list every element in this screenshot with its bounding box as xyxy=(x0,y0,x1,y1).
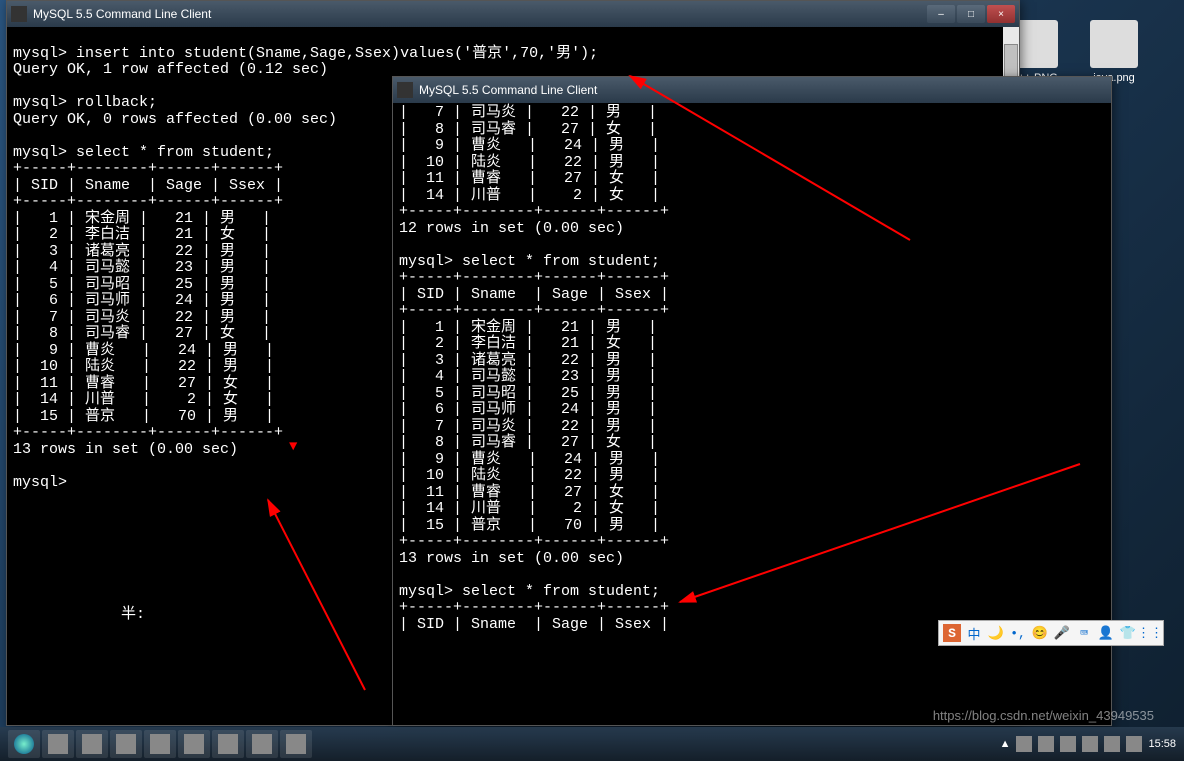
ime-mode[interactable]: 中 xyxy=(965,624,983,642)
system-tray[interactable]: ▲ 15:58 xyxy=(1000,736,1176,752)
maximize-button[interactable]: □ xyxy=(957,5,985,23)
start-button[interactable] xyxy=(8,730,40,758)
ime-punct[interactable]: •, xyxy=(1009,624,1027,642)
taskbar-app[interactable] xyxy=(76,730,108,758)
ime-moon-icon[interactable]: 🌙 xyxy=(987,624,1005,642)
ime-mic-icon[interactable]: 🎤 xyxy=(1053,624,1071,642)
minimize-button[interactable]: – xyxy=(927,5,955,23)
ime-user-icon[interactable]: 👤 xyxy=(1097,624,1115,642)
taskbar-app[interactable] xyxy=(42,730,74,758)
ime-menu-icon[interactable]: ⋮⋮ xyxy=(1141,624,1159,642)
close-button[interactable]: × xyxy=(987,5,1015,23)
red-triangle-marker: ▼ xyxy=(289,439,297,455)
ime-logo-icon[interactable]: S xyxy=(943,624,961,642)
tray-icon[interactable] xyxy=(1104,736,1120,752)
taskbar-app[interactable] xyxy=(212,730,244,758)
ime-skin-icon[interactable]: 👕 xyxy=(1119,624,1137,642)
file-icon xyxy=(1090,20,1138,68)
tray-icon[interactable] xyxy=(1038,736,1054,752)
tray-icon[interactable] xyxy=(1126,736,1142,752)
tray-icon[interactable] xyxy=(1082,736,1098,752)
app-icon xyxy=(11,6,27,22)
desktop-icon[interactable]: java.png xyxy=(1084,20,1144,84)
window-title: MySQL 5.5 Command Line Client xyxy=(419,83,1107,97)
ime-emoji-icon[interactable]: 😊 xyxy=(1031,624,1049,642)
taskbar-app[interactable] xyxy=(178,730,210,758)
taskbar-app[interactable] xyxy=(246,730,278,758)
tray-icon[interactable] xyxy=(1016,736,1032,752)
taskbar-app[interactable] xyxy=(110,730,142,758)
tray-icon[interactable] xyxy=(1060,736,1076,752)
titlebar[interactable]: MySQL 5.5 Command Line Client – □ × xyxy=(7,1,1019,27)
taskbar-app[interactable] xyxy=(280,730,312,758)
window-title: MySQL 5.5 Command Line Client xyxy=(33,7,927,21)
ime-keyboard-icon[interactable]: ⌨ xyxy=(1075,624,1093,642)
taskbar-app[interactable] xyxy=(144,730,176,758)
titlebar[interactable]: MySQL 5.5 Command Line Client xyxy=(393,77,1111,103)
watermark: https://blog.csdn.net/weixin_43949535 xyxy=(933,708,1154,723)
app-icon xyxy=(397,82,413,98)
tray-clock[interactable]: 15:58 xyxy=(1148,738,1176,750)
ime-toolbar[interactable]: S 中 🌙 •, 😊 🎤 ⌨ 👤 👕 ⋮⋮ xyxy=(938,620,1164,646)
taskbar[interactable]: ▲ 15:58 xyxy=(0,727,1184,761)
tray-chevron-icon[interactable]: ▲ xyxy=(1000,738,1011,750)
